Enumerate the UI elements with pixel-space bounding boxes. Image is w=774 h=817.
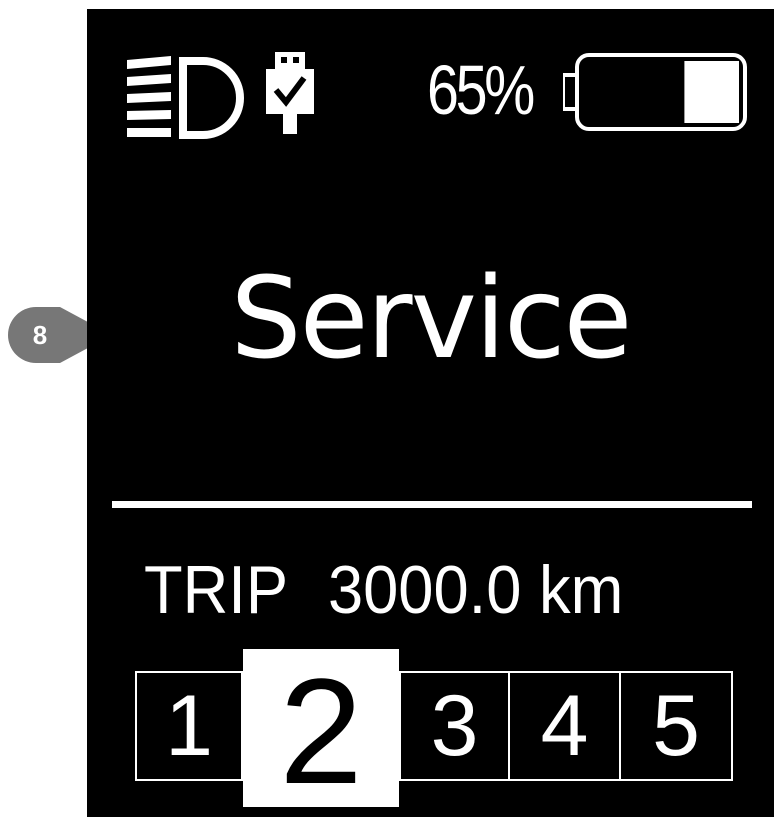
assist-level-1[interactable]: 1	[135, 671, 243, 781]
assist-level-2[interactable]: 2	[243, 649, 399, 811]
trip-unit: km	[538, 552, 624, 628]
assist-level-bar: 1 2 3 4 5	[135, 649, 735, 811]
display-screen: 65% Service TRIP 3000.0 km 1 2 3 4 5	[87, 9, 774, 817]
battery-fill	[684, 61, 739, 123]
assist-level-4[interactable]: 4	[508, 671, 621, 781]
trip-label: TRIP	[144, 552, 289, 628]
battery-icon	[563, 53, 747, 131]
trip-value: 3000.0	[327, 552, 522, 628]
divider	[112, 501, 752, 508]
assist-level-3[interactable]: 3	[399, 671, 510, 781]
status-bar: 65%	[87, 9, 774, 149]
callout-number: 8	[32, 320, 48, 350]
trip-row: TRIP 3000.0 km	[144, 547, 623, 633]
service-message: Service	[230, 254, 633, 384]
usb-connected-icon	[266, 52, 314, 134]
assist-level-5[interactable]: 5	[619, 671, 733, 781]
battery-percentage: 65%	[427, 51, 535, 129]
headlight-icon	[127, 56, 244, 139]
